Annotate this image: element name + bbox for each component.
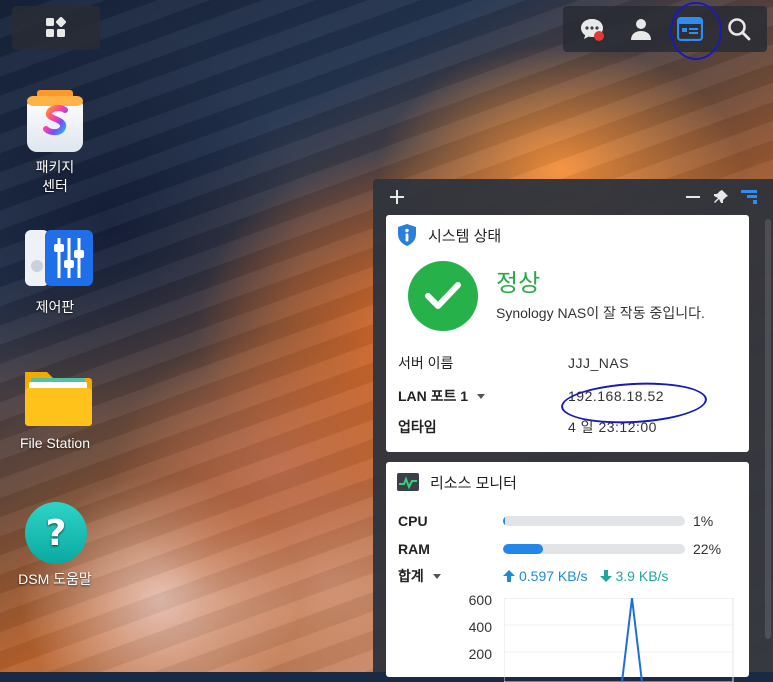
network-chart-plot: [504, 598, 734, 682]
widget-icon: [676, 17, 703, 41]
desktop-icon-label: 제어판: [35, 299, 75, 315]
network-total-selector[interactable]: 합계: [398, 566, 503, 586]
system-status-header: 시스템 상태: [386, 215, 749, 255]
notification-badge: [593, 31, 604, 41]
chart-ytick: 200: [468, 646, 492, 662]
download-rate-value: 3.9 KB/s: [615, 568, 669, 584]
uptime-row: 업타임 4 일 23:12:00: [398, 415, 728, 439]
server-name-row: 서버 이름 JJJ_NAS: [398, 351, 728, 375]
cpu-label: CPU: [398, 513, 428, 529]
search-button[interactable]: [719, 9, 759, 49]
desktop-icon-label: DSM 도움말: [18, 571, 92, 587]
resource-monitor-title: 리소스 모니터: [430, 474, 517, 492]
status-ok-icon: [408, 261, 478, 331]
widget-panel: 시스템 상태 정상 Synology NAS이 잘 작동 중입니다. 서버 이름…: [373, 179, 773, 682]
cpu-usage-fill: [503, 516, 505, 526]
upload-arrow-icon: [503, 570, 515, 582]
desktop-icon-package-center[interactable]: 패키지 센터: [5, 88, 105, 196]
desktop-icon-control-panel[interactable]: 제어판: [5, 228, 105, 317]
user-icon: [630, 19, 651, 40]
minus-icon: [686, 196, 700, 198]
dropdown-caret-icon: [432, 574, 441, 580]
chat-icon: [580, 19, 604, 41]
svg-text:?: ?: [46, 513, 67, 554]
status-summary: 정상 Synology NAS이 잘 작동 중입니다.: [386, 255, 749, 331]
add-widget-button[interactable]: [383, 183, 411, 211]
desktop-icon-label: 패키지 센터: [35, 159, 75, 194]
main-menu-button[interactable]: [12, 6, 100, 50]
chart-ytick: 600: [468, 592, 492, 608]
monitor-graph-icon: [397, 473, 419, 491]
taskbar-tray: [563, 6, 767, 52]
notifications-button[interactable]: [572, 9, 612, 49]
panel-layout-button[interactable]: [735, 183, 763, 211]
system-status-title: 시스템 상태: [428, 227, 502, 245]
network-series-line: [621, 598, 643, 682]
lan-port-selector[interactable]: LAN 포트 1: [398, 386, 568, 406]
desktop-icon-dsm-help[interactable]: ? DSM 도움말: [5, 500, 105, 589]
server-name-value: JJJ_NAS: [568, 355, 630, 371]
server-name-label: 서버 이름: [398, 355, 454, 371]
download-rate: 3.9 KB/s: [599, 568, 669, 584]
ram-label: RAM: [398, 541, 430, 557]
download-arrow-icon: [599, 570, 612, 582]
layout-icon: [741, 190, 757, 204]
grid-menu-icon: [46, 17, 67, 37]
status-label: 정상: [496, 270, 541, 297]
ram-usage-fill: [503, 544, 544, 554]
minimize-panel-button[interactable]: [679, 183, 707, 211]
desktop-icon-file-station[interactable]: File Station: [5, 364, 105, 453]
chart-ytick: 400: [468, 619, 492, 635]
network-total-label: 합계: [398, 568, 424, 584]
search-icon: [727, 18, 750, 41]
lan-port-row: LAN 포트 1 192.168.18.52: [398, 384, 728, 408]
lan-port-label: LAN 포트 1: [398, 388, 469, 404]
folder-icon: [23, 364, 92, 428]
system-status-widget: 시스템 상태 정상 Synology NAS이 잘 작동 중입니다. 서버 이름…: [386, 215, 749, 452]
cpu-percent: 1%: [693, 513, 714, 529]
widget-toggle-button[interactable]: [670, 9, 710, 49]
upload-rate-value: 0.597 KB/s: [519, 568, 588, 584]
cpu-usage-bar: [503, 516, 685, 526]
ram-percent: 22%: [693, 541, 722, 557]
control-panel-icon: [23, 228, 93, 292]
network-chart: 600 400 200: [386, 592, 749, 682]
user-button[interactable]: [621, 9, 661, 49]
package-center-icon: [23, 88, 87, 152]
pin-icon: [714, 190, 728, 203]
help-icon: ?: [23, 500, 87, 564]
uptime-value: 4 일 23:12:00: [568, 419, 657, 435]
plus-icon: [390, 190, 404, 204]
ram-usage-bar: [503, 544, 685, 554]
resource-monitor-widget: 리소스 모니터 CPU 1% RAM 22% 합계 0.597 KB/s 3.9…: [386, 462, 749, 682]
info-shield-icon: [398, 224, 416, 246]
panel-scrollbar[interactable]: [765, 219, 771, 639]
desktop-icon-label: File Station: [19, 435, 91, 451]
dropdown-caret-icon: [477, 394, 485, 400]
status-message: Synology NAS이 잘 작동 중입니다.: [496, 305, 705, 321]
widget-panel-header: [373, 179, 773, 215]
resource-monitor-header: 리소스 모니터: [386, 462, 749, 502]
pin-panel-button[interactable]: [707, 183, 735, 211]
cpu-row: CPU 1%: [398, 510, 738, 532]
uptime-label: 업타임: [398, 419, 437, 435]
lan-ip-value: 192.168.18.52: [568, 388, 665, 404]
network-total-row: 합계 0.597 KB/s 3.9 KB/s: [398, 565, 738, 587]
upload-rate: 0.597 KB/s: [503, 568, 588, 584]
ram-row: RAM 22%: [398, 538, 738, 560]
